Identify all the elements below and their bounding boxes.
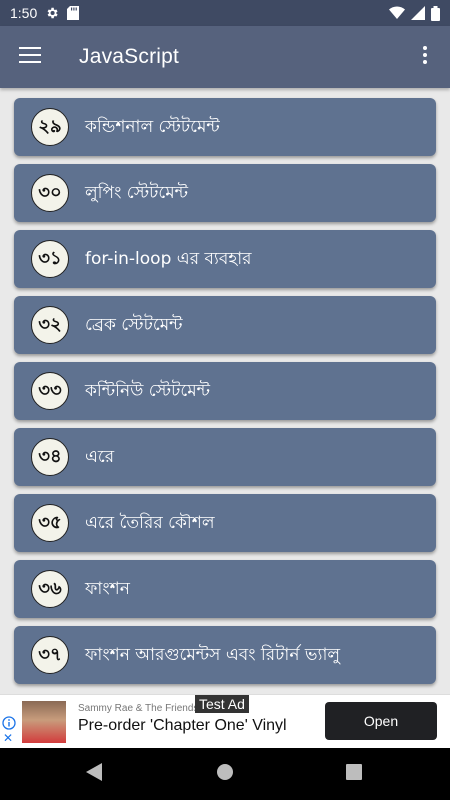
lesson-number: ৩৪ xyxy=(31,438,69,476)
ad-banner[interactable]: ✕ Sammy Rae & The Friends Pre-order 'Cha… xyxy=(0,694,450,749)
lesson-number: ৩৫ xyxy=(31,504,69,542)
signal-icon xyxy=(411,6,425,20)
lesson-number: ৩৭ xyxy=(31,636,69,674)
lesson-card[interactable]: ৩৪ এরে xyxy=(14,428,436,486)
lesson-card[interactable]: ৩৭ ফাংশন আরগুমেন্টস এবং রিটার্ন ভ্যালু xyxy=(14,626,436,684)
lesson-number: ৩২ xyxy=(31,306,69,344)
lesson-title: এরে xyxy=(85,447,115,467)
hamburger-menu-icon xyxy=(19,47,41,67)
status-time: 1:50 xyxy=(10,5,38,21)
page-title: JavaScript xyxy=(79,45,180,68)
lesson-title: লুপিং স্টেটমেন্ট xyxy=(85,183,189,203)
sd-card-icon xyxy=(67,6,80,20)
back-button[interactable] xyxy=(82,762,106,786)
lesson-card[interactable]: ৩১ for-in-loop এর ব্যবহার xyxy=(14,230,436,288)
back-icon xyxy=(86,763,102,785)
lesson-card[interactable]: ৩৫ এরে তৈরির কৌশল xyxy=(14,494,436,552)
status-bar: 1:50 xyxy=(0,0,450,26)
ad-close-icon[interactable]: ✕ xyxy=(3,731,13,745)
more-options-button[interactable] xyxy=(400,26,450,88)
more-vert-icon xyxy=(422,45,428,69)
lesson-card[interactable]: ২৯ কন্ডিশনাল স্টেটমেন্ট xyxy=(14,98,436,156)
lesson-number: ৩০ xyxy=(31,174,69,212)
app-bar: JavaScript xyxy=(0,26,450,88)
lesson-number: ৩৬ xyxy=(31,570,69,608)
ad-title[interactable]: Pre-order 'Chapter One' Vinyl xyxy=(78,717,287,735)
ad-open-button[interactable]: Open xyxy=(325,702,437,740)
lesson-card[interactable]: ৩০ লুপিং স্টেটমেন্ট xyxy=(14,164,436,222)
lesson-title: ফাংশন xyxy=(85,579,130,599)
lesson-card[interactable]: ৩৬ ফাংশন xyxy=(14,560,436,618)
ad-thumbnail[interactable] xyxy=(22,701,66,743)
lesson-number: ৩১ xyxy=(31,240,69,278)
lesson-card[interactable]: ৩৩ কন্টিনিউ স্টেটমেন্ট xyxy=(14,362,436,420)
lesson-number: ৩৩ xyxy=(31,372,69,410)
menu-button[interactable] xyxy=(0,26,60,88)
home-button[interactable] xyxy=(213,762,237,786)
recents-button[interactable] xyxy=(342,762,366,786)
lesson-title: কন্টিনিউ স্টেটমেন্ট xyxy=(85,381,211,401)
home-icon xyxy=(216,763,234,785)
recents-icon xyxy=(346,764,362,784)
lesson-card[interactable]: ৩২ ব্রেক স্টেটমেন্ট xyxy=(14,296,436,354)
lesson-list[interactable]: ২৯ কন্ডিশনাল স্টেটমেন্ট ৩০ লুপিং স্টেটমে… xyxy=(0,88,450,694)
battery-icon xyxy=(431,5,440,21)
navigation-bar xyxy=(0,748,450,800)
gear-icon xyxy=(45,6,59,20)
lesson-number: ২৯ xyxy=(31,108,69,146)
lesson-title: কন্ডিশনাল স্টেটমেন্ট xyxy=(85,117,220,137)
lesson-title: ফাংশন আরগুমেন্টস এবং রিটার্ন ভ্যালু xyxy=(85,645,341,665)
lesson-title: এরে তৈরির কৌশল xyxy=(85,513,215,533)
ad-subtitle: Sammy Rae & The Friends xyxy=(78,703,199,714)
wifi-icon xyxy=(389,6,405,20)
test-ad-label: Test Ad xyxy=(195,695,249,713)
lesson-title: for-in-loop এর ব্যবহার xyxy=(85,249,252,269)
lesson-title: ব্রেক স্টেটমেন্ট xyxy=(85,315,183,335)
